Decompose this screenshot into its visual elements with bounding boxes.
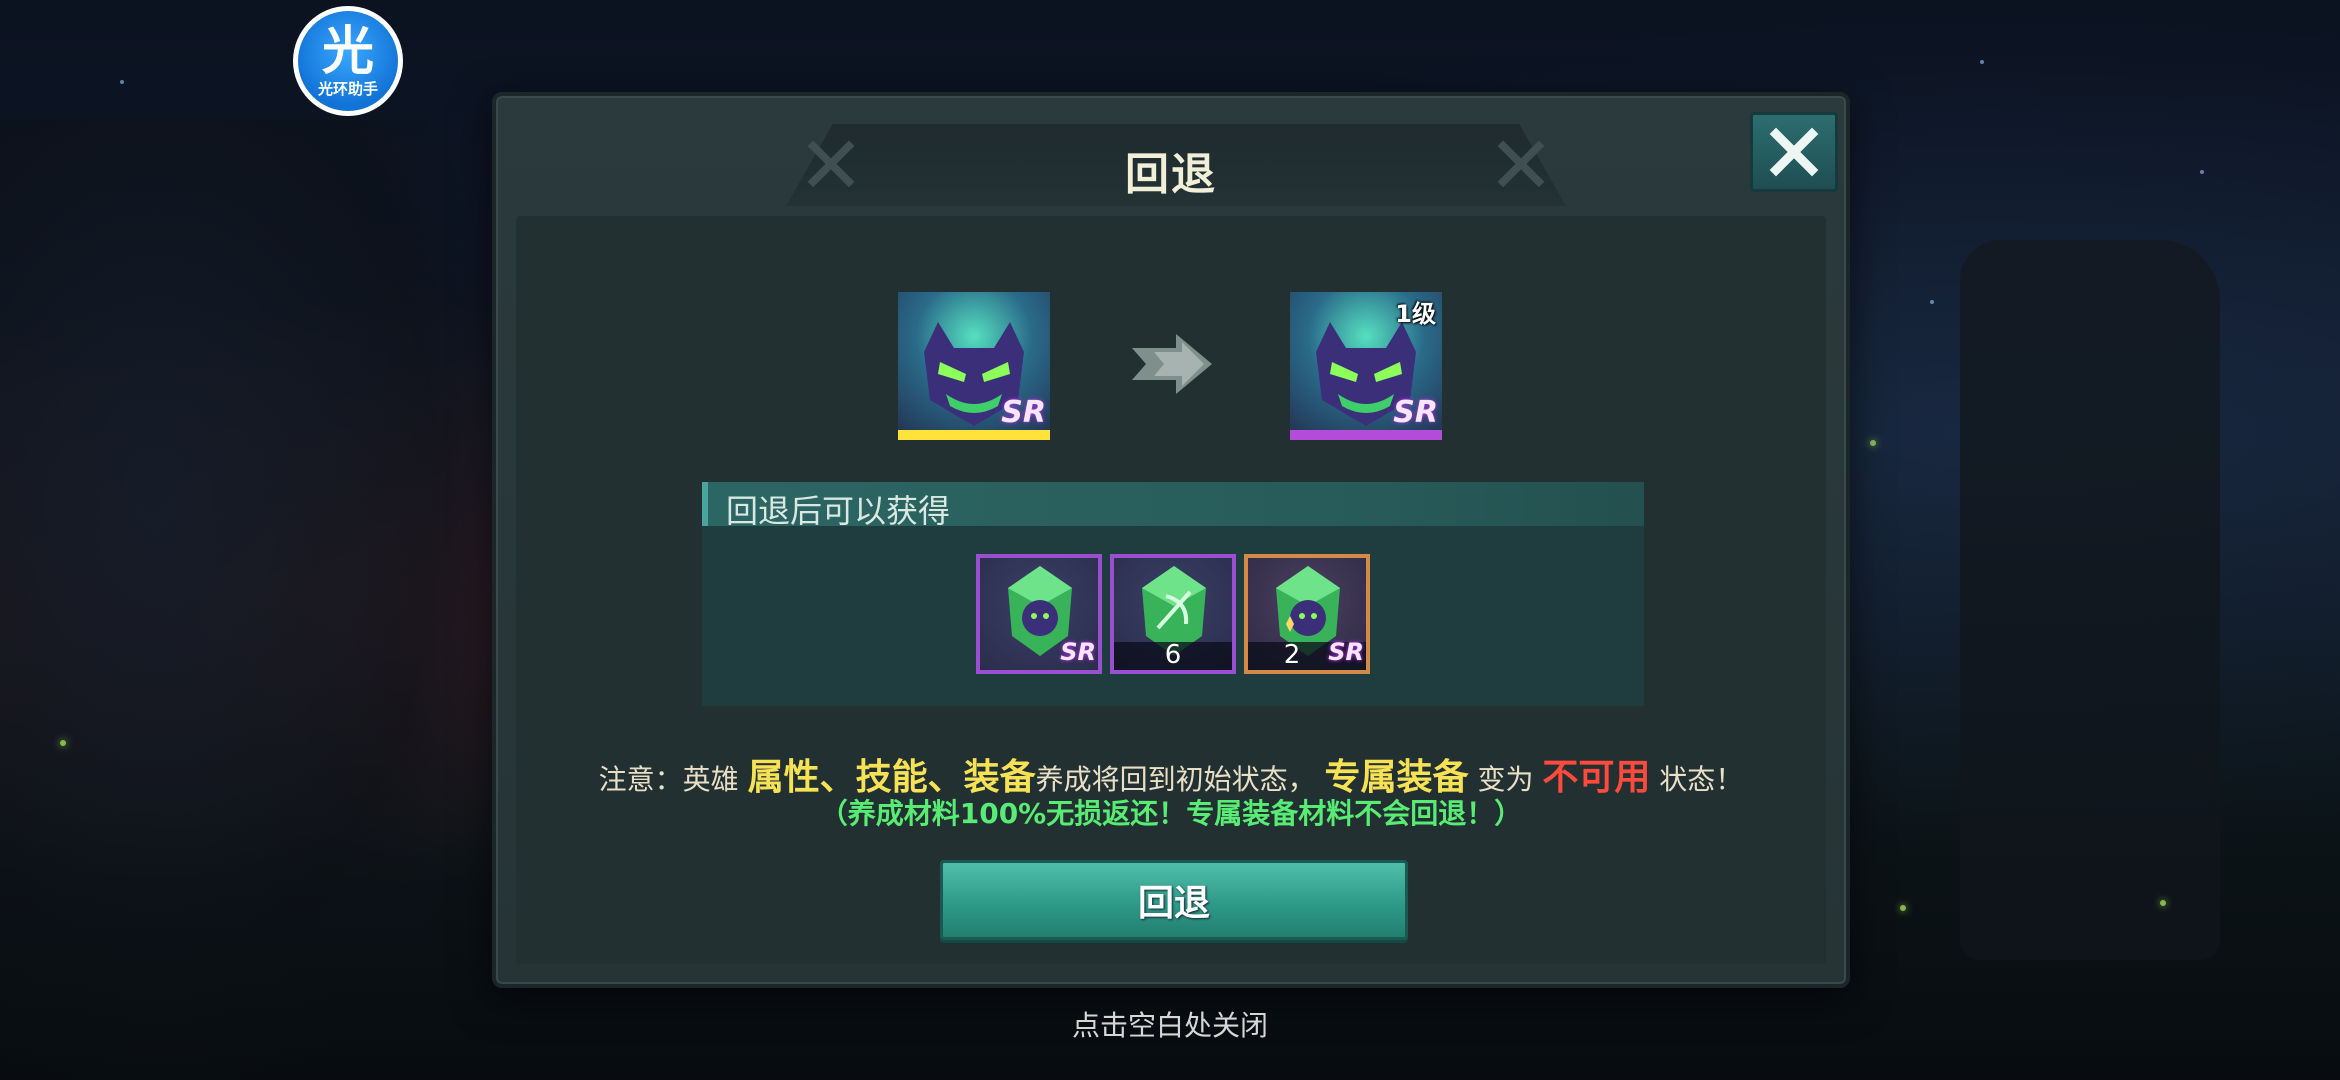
reward-item-hero-shard-orange[interactable]: 2 SR — [1244, 554, 1370, 674]
refund-note: （养成材料100%无损返还！专属装备材料不会回退！） — [819, 797, 1523, 830]
hero-level: 1级 — [1395, 300, 1436, 328]
rollback-confirm-button[interactable]: 回退 — [940, 860, 1408, 940]
hero-card-after: 1级 SR — [1290, 292, 1442, 440]
close-button[interactable] — [1750, 112, 1838, 192]
close-hint[interactable]: 点击空白处关闭 — [0, 1004, 2340, 1044]
close-icon — [1769, 127, 1819, 177]
star — [2200, 170, 2204, 174]
rarity-badge: SR — [1328, 638, 1364, 666]
logo-glyph: 光 — [321, 21, 374, 82]
hero-bar-purple — [1290, 430, 1442, 440]
star — [1980, 60, 1984, 64]
hero-bar-yellow — [898, 430, 1050, 440]
firefly — [2160, 900, 2166, 906]
firefly — [60, 740, 66, 746]
rollback-dialog: ✕ ✕ 回退 SR 1级 SR 回退后可以获得 SR 6 2 SR 注意：英雄 … — [492, 92, 1850, 988]
dialog-title: 回退 — [1125, 149, 1217, 200]
rewards-header: 回退后可以获得 — [702, 482, 1644, 530]
firefly — [1870, 440, 1876, 446]
watermark-logo: 光 光环助手 — [293, 6, 403, 116]
background-rock-right — [1960, 240, 2220, 960]
reward-item-hero-shard[interactable]: SR — [976, 554, 1102, 674]
rewards-header-label: 回退后可以获得 — [726, 492, 951, 530]
confirm-button-label: 回退 — [1137, 883, 1210, 924]
rarity-badge: SR — [1001, 395, 1046, 430]
rarity-badge: SR — [1060, 638, 1096, 666]
hero-card-before: SR — [898, 292, 1050, 440]
firefly — [1900, 905, 1906, 911]
background-tree-left — [0, 120, 520, 1080]
star — [120, 80, 124, 84]
item-count: 6 — [1164, 640, 1182, 670]
star — [1930, 300, 1934, 304]
rarity-badge: SR — [1393, 395, 1438, 430]
logo-text: 光环助手 — [317, 79, 378, 98]
arrow-right-icon — [1132, 334, 1212, 394]
